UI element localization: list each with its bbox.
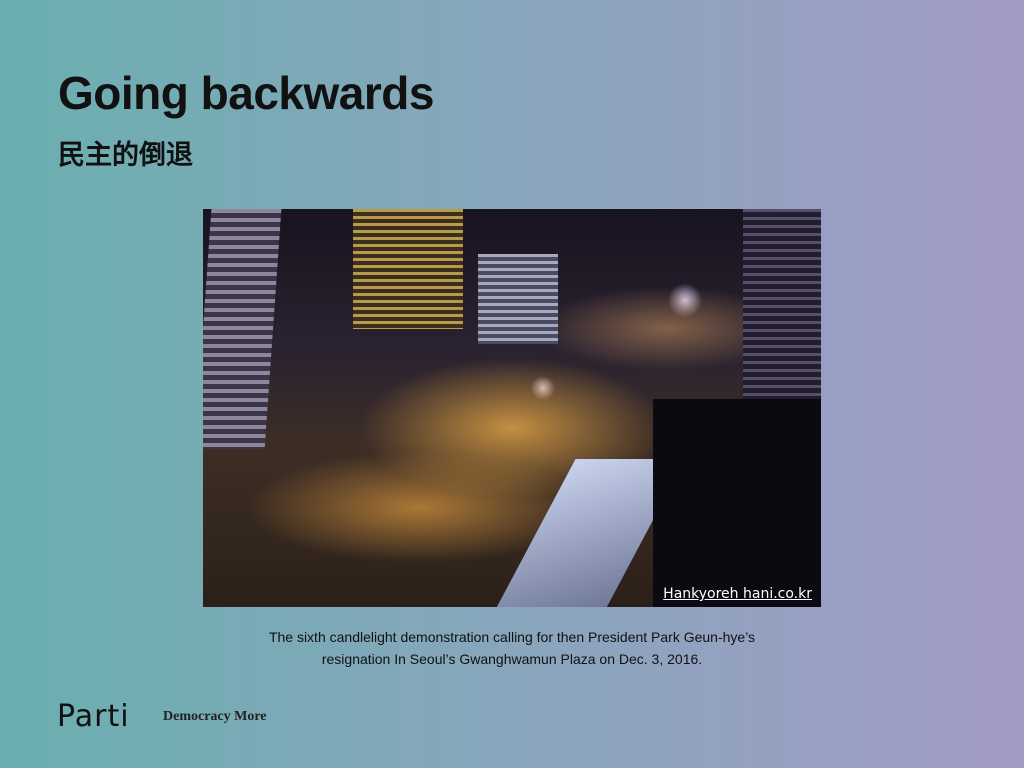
photo-credit-link[interactable]: Hankyoreh hani.co.kr	[663, 586, 812, 602]
building	[203, 209, 282, 449]
caption-line: resignation In Seoul’s Gwanghwamun Plaza…	[321, 651, 703, 667]
caption-line: The sixth candlelight demonstration call…	[268, 629, 756, 645]
slide-subtitle: 民主的倒退	[58, 140, 193, 170]
building	[653, 399, 821, 607]
photo-caption: The sixth candlelight demonstration call…	[200, 626, 824, 670]
slide-title: Going backwards	[58, 67, 434, 119]
candlelight-protest-photo: Hankyoreh hani.co.kr	[203, 209, 821, 607]
parti-logo: Parti	[57, 699, 130, 734]
building	[478, 254, 558, 344]
tagline: Democracy More	[163, 709, 267, 724]
building	[353, 209, 463, 329]
